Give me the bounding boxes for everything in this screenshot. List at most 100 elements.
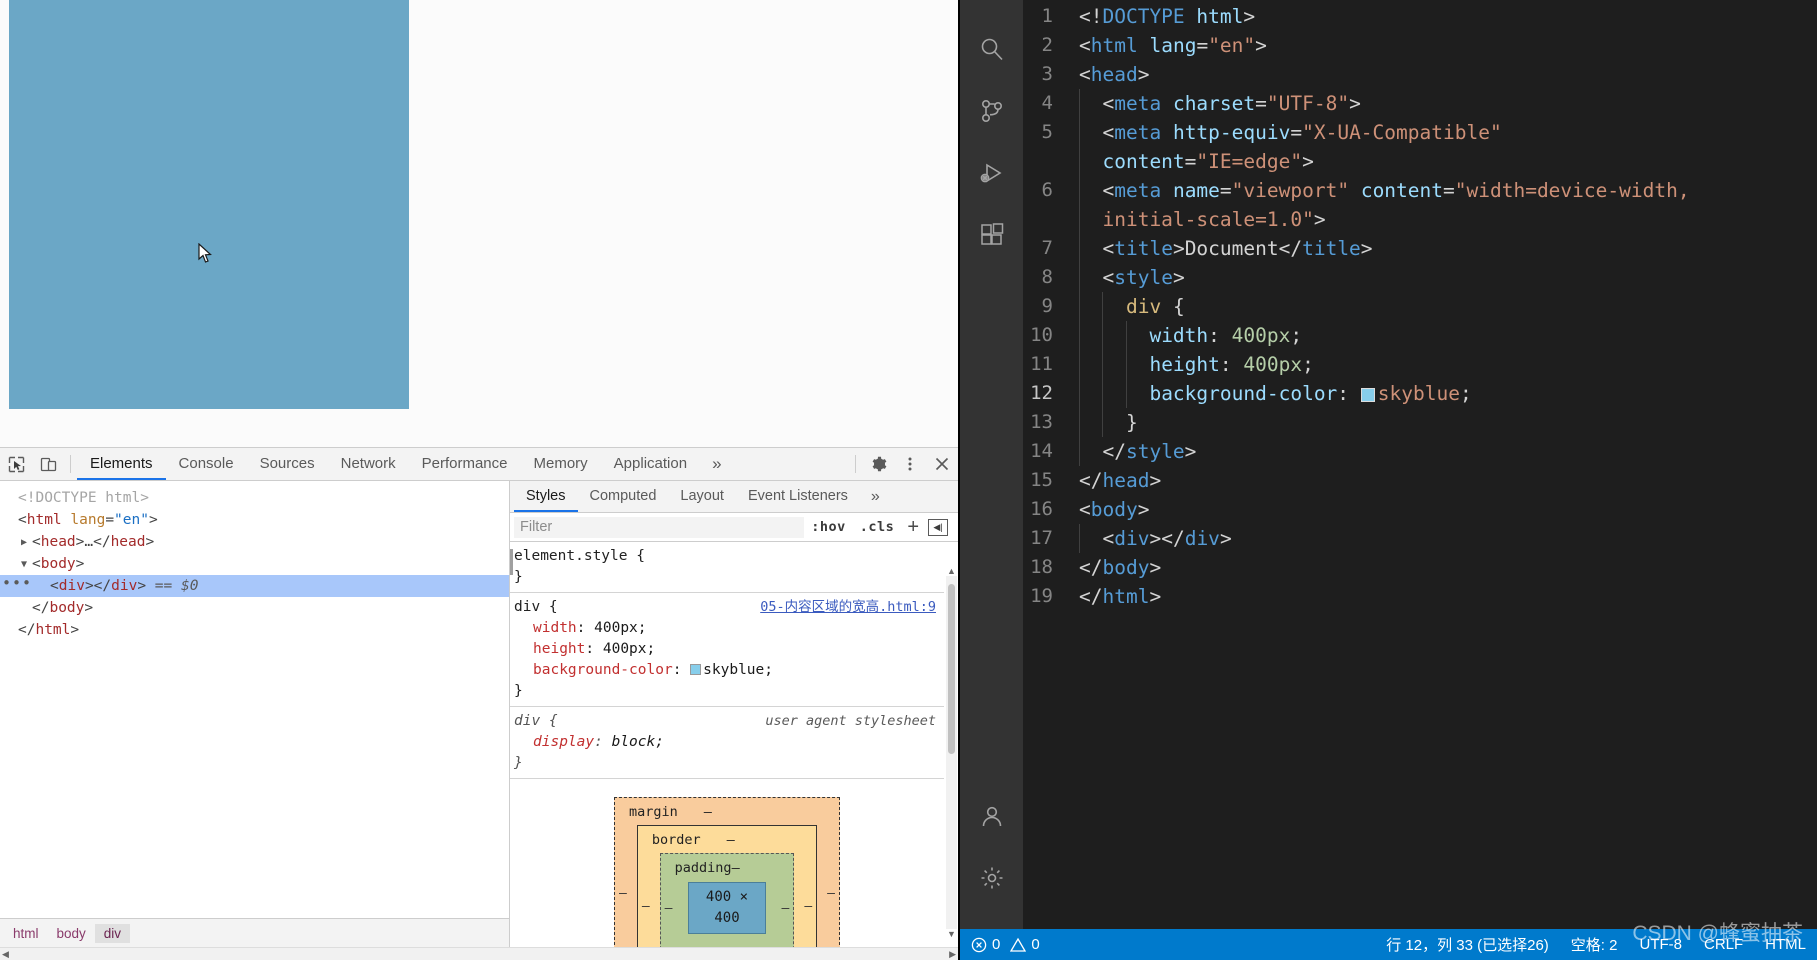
devtools-tab-network[interactable]: Network <box>328 448 409 480</box>
code-text[interactable]: </style> <box>1079 437 1817 466</box>
box-model[interactable]: margin––border––padding––400 × 400–––– <box>614 797 840 947</box>
extensions-icon[interactable] <box>960 204 1023 266</box>
box-model-padding[interactable]: padding––400 × 400–– <box>659 853 795 947</box>
css-property-name[interactable]: background-color <box>533 662 673 678</box>
code-text[interactable]: <html lang="en"> <box>1079 31 1817 60</box>
dom-node[interactable]: ▼ <body> <box>0 553 509 575</box>
devtools-tab-console[interactable]: Console <box>166 448 247 480</box>
search-icon[interactable] <box>960 18 1023 80</box>
color-swatch[interactable] <box>690 664 702 675</box>
code-text[interactable]: content="IE=edge"> <box>1079 147 1817 176</box>
scroll-down-arrow[interactable]: ▼ <box>947 929 956 939</box>
css-declaration[interactable]: display: block; <box>514 732 944 753</box>
dom-node[interactable]: <html lang="en"> <box>0 509 509 531</box>
code-text[interactable]: <head> <box>1079 60 1817 89</box>
inspect-element-icon[interactable] <box>0 448 32 480</box>
source-control-icon[interactable] <box>960 80 1023 142</box>
dom-node-menu-icon[interactable]: ••• <box>2 572 32 594</box>
code-editor[interactable]: 1 <!DOCTYPE html> 2 <html lang="en"> 3 <head>… <box>1023 0 1817 929</box>
code-text[interactable]: <div></div> <box>1079 524 1817 553</box>
gear-icon[interactable] <box>862 448 894 480</box>
breadcrumb-item-body[interactable]: body <box>48 924 95 943</box>
styles-tab-event-listeners[interactable]: Event Listeners <box>736 481 860 512</box>
run-and-debug-icon[interactable] <box>960 142 1023 204</box>
css-selector[interactable]: div { <box>514 597 558 618</box>
styles-scrollbar[interactable]: ▲ ▼ <box>946 566 957 939</box>
css-selector[interactable]: element.style { <box>514 546 645 567</box>
code-text[interactable]: </body> <box>1079 553 1817 582</box>
dom-tree[interactable]: <!DOCTYPE html> <html lang="en"> ▶ <head>…<… <box>0 481 509 918</box>
indentation-setting[interactable]: 空格: 2 <box>1560 934 1629 955</box>
css-property-value[interactable]: 400px; <box>594 620 646 636</box>
code-line[interactable]: 11 height: 400px; <box>1023 350 1817 379</box>
code-line[interactable]: 18 </body> <box>1023 553 1817 582</box>
css-property-name[interactable]: width <box>533 620 577 636</box>
devtools-tab-memory[interactable]: Memory <box>521 448 601 480</box>
css-rule[interactable]: element.style {} <box>510 542 944 593</box>
code-text[interactable]: width: 400px; <box>1079 321 1817 350</box>
styles-more-tabs-button[interactable]: » <box>860 481 891 512</box>
code-line[interactable]: 10 width: 400px; <box>1023 321 1817 350</box>
styles-tab-computed[interactable]: Computed <box>578 481 669 512</box>
styles-tab-layout[interactable]: Layout <box>668 481 736 512</box>
devtools-tab-sources[interactable]: Sources <box>247 448 328 480</box>
code-text[interactable]: </head> <box>1079 466 1817 495</box>
scroll-up-arrow[interactable]: ▲ <box>947 566 956 576</box>
css-rules-list[interactable]: element.style {} div {05-内容区域的宽高.html:9 wi… <box>510 542 958 947</box>
css-declaration[interactable]: background-color: skyblue; <box>514 660 944 681</box>
eol-setting[interactable]: CRLF <box>1693 936 1754 953</box>
chevron-right-icon[interactable]: ▶ <box>21 532 27 554</box>
css-property-name[interactable]: display <box>533 734 594 750</box>
dom-node[interactable]: </html> <box>0 619 509 641</box>
code-line[interactable]: 5 <meta http-equiv="X-UA-Compatible" <box>1023 118 1817 147</box>
inline-color-swatch[interactable] <box>1360 388 1375 402</box>
problems-status[interactable]: 0 0 <box>960 936 1051 953</box>
close-icon[interactable] <box>926 448 958 480</box>
styles-filter-input[interactable] <box>514 516 805 538</box>
code-text[interactable]: <title>Document</title> <box>1079 234 1817 263</box>
css-declaration[interactable]: height: 400px; <box>514 639 944 660</box>
code-line[interactable]: 19 </html> <box>1023 582 1817 611</box>
code-line[interactable]: 2 <html lang="en"> <box>1023 31 1817 60</box>
stylesheet-source-link[interactable]: 05-内容区域的宽高.html:9 <box>760 597 936 618</box>
account-icon[interactable] <box>960 785 1023 847</box>
code-line[interactable]: content="IE=edge"> <box>1023 147 1817 176</box>
code-text[interactable]: div { <box>1079 292 1817 321</box>
more-tabs-button[interactable]: » <box>700 448 733 480</box>
breadcrumb-item-div[interactable]: div <box>94 923 131 943</box>
hover-state-button[interactable]: :hov <box>804 519 853 535</box>
dom-node[interactable]: </body> <box>0 597 509 619</box>
code-line[interactable]: 9 div { <box>1023 292 1817 321</box>
code-line[interactable]: 7 <title>Document</title> <box>1023 234 1817 263</box>
device-toolbar-icon[interactable] <box>32 448 64 480</box>
hscroll-right-arrow[interactable]: ▶ <box>949 949 956 960</box>
code-line[interactable]: 17 <div></div> <box>1023 524 1817 553</box>
dom-node[interactable]: <!DOCTYPE html> <box>0 487 509 509</box>
code-text[interactable]: <style> <box>1079 263 1817 292</box>
code-line[interactable]: initial-scale=1.0"> <box>1023 205 1817 234</box>
dom-node-selected[interactable]: ••• <div></div> == $0 <box>0 572 509 597</box>
box-model-margin[interactable]: margin––border––padding––400 × 400–––– <box>614 797 840 947</box>
breadcrumb-item-html[interactable]: html <box>4 924 48 943</box>
devtools-tab-performance[interactable]: Performance <box>409 448 521 480</box>
box-model-content-size[interactable]: 400 × 400 <box>688 882 766 934</box>
code-text[interactable]: initial-scale=1.0"> <box>1079 205 1817 234</box>
hscroll-left-arrow[interactable]: ◀ <box>2 949 9 960</box>
devtools-tab-application[interactable]: Application <box>601 448 700 480</box>
css-property-value[interactable]: 400px; <box>603 641 655 657</box>
code-line[interactable]: 15 </head> <box>1023 466 1817 495</box>
code-line[interactable]: 12 background-color: skyblue; <box>1023 379 1817 408</box>
kebab-menu-icon[interactable] <box>894 448 926 480</box>
code-text[interactable]: </html> <box>1079 582 1817 611</box>
css-declaration[interactable]: width: 400px; <box>514 618 944 639</box>
code-line[interactable]: 16 <body> <box>1023 495 1817 524</box>
styles-scrollbar-thumb[interactable] <box>948 584 955 754</box>
code-line[interactable]: 1 <!DOCTYPE html> <box>1023 2 1817 31</box>
devtools-tab-elements[interactable]: Elements <box>77 448 166 480</box>
code-text[interactable]: <!DOCTYPE html> <box>1079 2 1817 31</box>
css-selector[interactable]: div { <box>514 711 558 732</box>
code-text[interactable]: height: 400px; <box>1079 350 1817 379</box>
code-text[interactable]: <meta charset="UTF-8"> <box>1079 89 1817 118</box>
toggle-sidebar-icon[interactable]: ◀| <box>928 518 948 536</box>
css-rule[interactable]: div {user agent stylesheet display: block… <box>510 707 944 779</box>
